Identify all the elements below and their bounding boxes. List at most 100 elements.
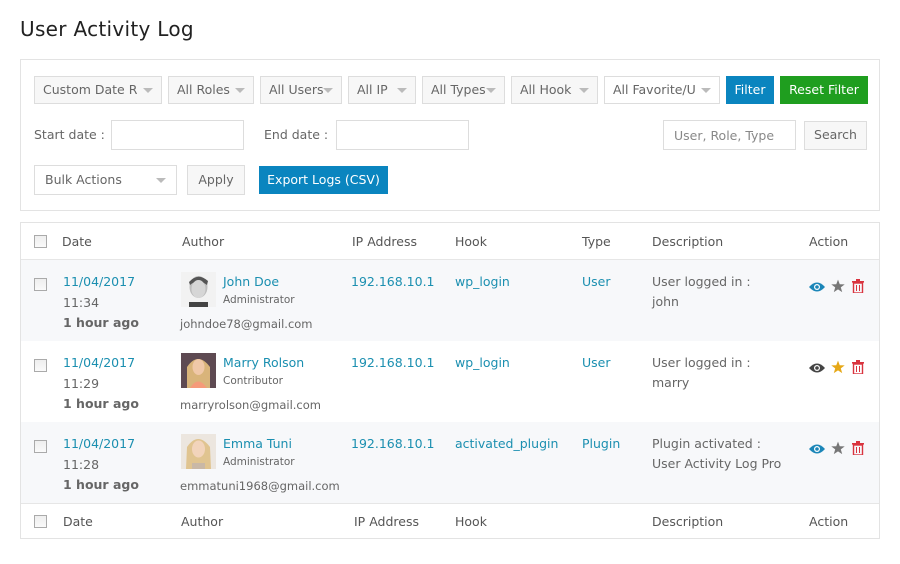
date-range-select[interactable]: Custom Date R (34, 76, 162, 104)
ip-value: All IP (357, 82, 388, 97)
users-value: All Users (269, 82, 324, 97)
chevron-down-icon (579, 88, 589, 93)
end-date-label: End date : (264, 127, 329, 142)
trash-icon[interactable] (852, 441, 864, 455)
author-email: emmatuni1968@gmail.com (180, 479, 340, 493)
start-date-label: Start date : (34, 127, 105, 142)
star-icon[interactable] (831, 360, 845, 374)
row-checkbox[interactable] (34, 278, 47, 291)
favorite-value: All Favorite/U (613, 82, 696, 97)
header-description: Description (652, 234, 724, 249)
ip-select[interactable]: All IP (348, 76, 416, 104)
select-all-footer-checkbox[interactable] (34, 515, 47, 528)
row-checkbox[interactable] (34, 440, 47, 453)
description-line1: User logged in : (652, 274, 751, 289)
footer-author[interactable]: Author (181, 514, 223, 529)
avatar (181, 353, 216, 388)
time: 11:28 (63, 457, 100, 472)
header-action: Action (809, 234, 849, 249)
time-ago: 1 hour ago (63, 396, 139, 411)
chevron-down-icon (235, 88, 245, 93)
avatar (181, 434, 216, 469)
row-checkbox[interactable] (34, 359, 47, 372)
footer-hook[interactable]: Hook (455, 514, 487, 529)
avatar (181, 272, 216, 307)
ip-link[interactable]: 192.168.10.1 (351, 436, 435, 451)
star-icon[interactable] (831, 441, 845, 455)
description-line1: User logged in : (652, 355, 751, 370)
date-link[interactable]: 11/04/2017 (63, 436, 135, 451)
reset-filter-button[interactable]: Reset Filter (780, 76, 868, 104)
author-role: Administrator (223, 456, 295, 468)
table-row: 11/04/2017 11:28 1 hour ago Emma Tuni Ad… (21, 422, 879, 503)
footer-description: Description (652, 514, 724, 529)
hook-link[interactable]: wp_login (455, 355, 510, 370)
trash-icon[interactable] (852, 279, 864, 293)
chevron-down-icon (397, 88, 407, 93)
chevron-down-icon (156, 178, 166, 183)
date-range-value: Custom Date R (43, 82, 138, 97)
export-csv-button[interactable]: Export Logs (CSV) (259, 166, 388, 194)
favorite-select[interactable]: All Favorite/U (604, 76, 720, 104)
bulk-actions-value: Bulk Actions (45, 172, 122, 187)
eye-icon[interactable] (809, 443, 825, 455)
chevron-down-icon (143, 88, 153, 93)
author-link[interactable]: Emma Tuni (223, 436, 292, 451)
footer-action: Action (809, 514, 849, 529)
users-select[interactable]: All Users (260, 76, 342, 104)
filter-button[interactable]: Filter (726, 76, 774, 104)
description-line2: User Activity Log Pro (652, 456, 782, 471)
date-link[interactable]: 11/04/2017 (63, 355, 135, 370)
roles-select[interactable]: All Roles (168, 76, 254, 104)
author-role: Contributor (223, 375, 283, 387)
eye-icon[interactable] (809, 281, 825, 293)
hook-link[interactable]: wp_login (455, 274, 510, 289)
hook-value: All Hook (520, 82, 572, 97)
table-row: 11/04/2017 11:34 1 hour ago John Doe Adm… (21, 260, 879, 341)
author-link[interactable]: Marry Rolson (223, 355, 304, 370)
trash-icon[interactable] (852, 360, 864, 374)
date-link[interactable]: 11/04/2017 (63, 274, 135, 289)
description-line1: Plugin activated : (652, 436, 761, 451)
apply-button[interactable]: Apply (187, 165, 245, 195)
author-role: Administrator (223, 294, 295, 306)
types-select[interactable]: All Types (422, 76, 505, 104)
types-value: All Types (431, 82, 486, 97)
start-date-input[interactable] (111, 120, 244, 150)
type-link[interactable]: User (582, 274, 611, 289)
chevron-down-icon (486, 88, 496, 93)
filter-panel: Custom Date R All Roles All Users All IP… (20, 59, 880, 211)
header-ip[interactable]: IP Address (352, 234, 417, 249)
footer-date[interactable]: Date (63, 514, 93, 529)
star-icon[interactable] (831, 279, 845, 293)
description-line2: marry (652, 375, 690, 390)
header-type[interactable]: Type (582, 234, 611, 249)
header-date[interactable]: Date (62, 234, 92, 249)
time: 11:29 (63, 376, 100, 391)
ip-link[interactable]: 192.168.10.1 (351, 355, 435, 370)
eye-icon[interactable] (809, 362, 825, 374)
ip-link[interactable]: 192.168.10.1 (351, 274, 435, 289)
type-link[interactable]: Plugin (582, 436, 620, 451)
search-button[interactable]: Search (804, 121, 867, 150)
description-line2: john (652, 294, 679, 309)
hook-link[interactable]: activated_plugin (455, 436, 558, 451)
author-email: marryrolson@gmail.com (180, 398, 321, 412)
type-link[interactable]: User (582, 355, 611, 370)
time-ago: 1 hour ago (63, 477, 139, 492)
end-date-input[interactable] (336, 120, 469, 150)
header-hook[interactable]: Hook (455, 234, 487, 249)
author-link[interactable]: John Doe (223, 274, 279, 289)
roles-value: All Roles (177, 82, 230, 97)
select-all-checkbox[interactable] (34, 235, 47, 248)
hook-select[interactable]: All Hook (511, 76, 598, 104)
footer-ip[interactable]: IP Address (354, 514, 419, 529)
chevron-down-icon (323, 88, 333, 93)
bulk-actions-select[interactable]: Bulk Actions (34, 165, 177, 195)
header-author[interactable]: Author (182, 234, 224, 249)
activity-table: Date Author IP Address Hook Type Descrip… (20, 222, 880, 539)
time-ago: 1 hour ago (63, 315, 139, 330)
table-row: 11/04/2017 11:29 1 hour ago Marry Rolson… (21, 341, 879, 422)
search-input[interactable] (663, 120, 796, 150)
author-email: johndoe78@gmail.com (180, 317, 313, 331)
